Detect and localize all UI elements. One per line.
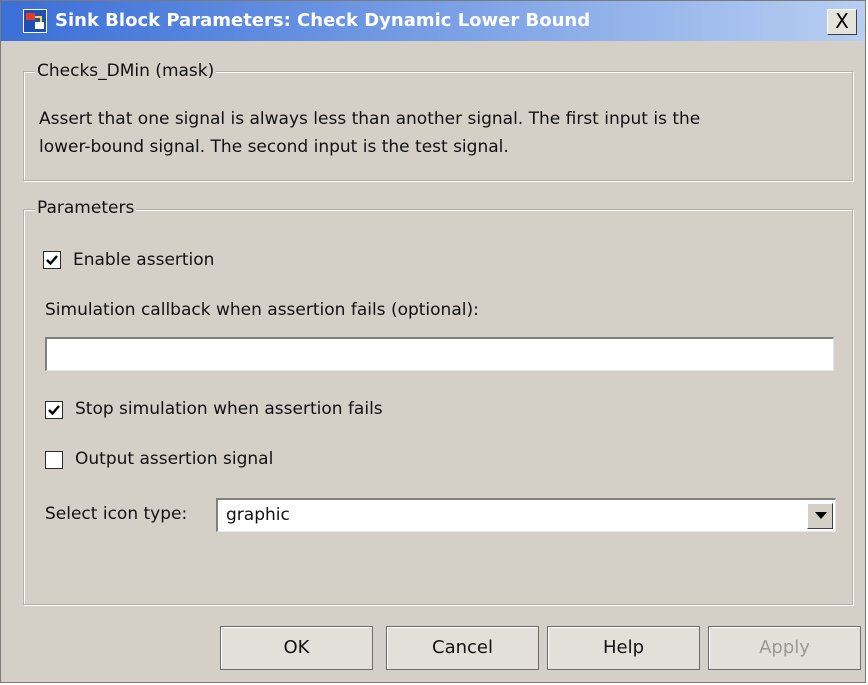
enable-assertion-checkbox[interactable] (43, 251, 61, 269)
block-parameters-dialog: Sink Block Parameters: Check Dynamic Low… (0, 0, 866, 683)
close-button[interactable]: X (827, 9, 857, 35)
close-icon: X (835, 9, 849, 33)
icon-type-select[interactable]: graphic (216, 498, 836, 532)
title-bar[interactable]: Sink Block Parameters: Check Dynamic Low… (1, 1, 865, 41)
mask-group-legend: Checks_DMin (mask) (35, 61, 217, 81)
callback-input[interactable] (45, 337, 834, 371)
checkmark-icon (46, 255, 58, 266)
icon-type-dropdown-button[interactable] (807, 503, 833, 529)
output-signal-checkbox[interactable] (45, 451, 63, 469)
simulink-block-icon (23, 9, 47, 33)
dropdown-arrow-icon (815, 512, 827, 519)
checkmark-icon (48, 405, 60, 416)
description-line-2: lower-bound signal. The second input is … (39, 137, 509, 157)
apply-button[interactable]: Apply (708, 626, 861, 670)
help-button[interactable]: Help (547, 626, 700, 670)
icon-type-label: Select icon type: (45, 504, 188, 524)
stop-simulation-label[interactable]: Stop simulation when assertion fails (75, 399, 383, 419)
description-line-1: Assert that one signal is always less th… (39, 109, 701, 129)
output-signal-label[interactable]: Output assertion signal (75, 449, 273, 469)
mask-description: Assert that one signal is always less th… (39, 105, 839, 161)
stop-simulation-checkbox[interactable] (45, 401, 63, 419)
callback-label: Simulation callback when assertion fails… (45, 300, 479, 320)
enable-assertion-label[interactable]: Enable assertion (73, 250, 214, 270)
cancel-button[interactable]: Cancel (386, 626, 539, 670)
parameters-group-legend: Parameters (35, 198, 137, 218)
icon-type-value: graphic (226, 505, 290, 525)
ok-button[interactable]: OK (220, 626, 373, 670)
window-title: Sink Block Parameters: Check Dynamic Low… (55, 10, 591, 31)
